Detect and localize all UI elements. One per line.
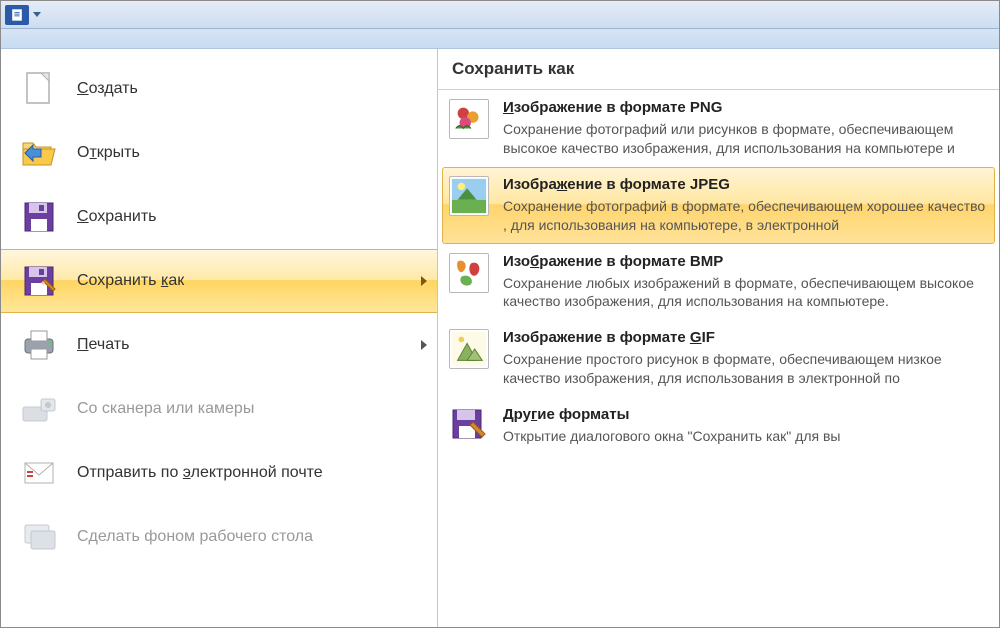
printer-icon	[19, 325, 59, 365]
chevron-down-icon	[33, 12, 41, 18]
ribbon-tab-strip	[1, 29, 999, 49]
save-as-submenu: Сохранить как Изображение в формате PNG …	[438, 49, 999, 627]
option-title: Изображение в формате BMP	[503, 253, 988, 270]
option-desc: Открытие диалогового окна "Сохранить как…	[503, 427, 988, 446]
floppy-saveas-icon	[19, 261, 59, 301]
floppy-save-icon	[19, 197, 59, 237]
menu-label: Создать	[77, 80, 138, 98]
folder-open-icon	[19, 133, 59, 173]
menu-item-save[interactable]: Сохранить	[1, 185, 437, 249]
app-menu-button[interactable]	[5, 5, 29, 25]
option-title: Изображение в формате JPEG	[503, 176, 988, 193]
jpeg-format-icon	[449, 176, 489, 216]
file-menu-left: Создать Открыть Сохранить	[1, 49, 438, 627]
menu-label: Со сканера или камеры	[77, 400, 254, 418]
png-format-icon	[449, 99, 489, 139]
option-png[interactable]: Изображение в формате PNG Сохранение фот…	[438, 90, 999, 167]
menu-item-desktop-bg: Сделать фоном рабочего стола	[1, 505, 437, 569]
menu-label: Открыть	[77, 144, 140, 162]
menu-item-scanner: Со сканера или камеры	[1, 377, 437, 441]
option-title: Другие форматы	[503, 406, 988, 423]
scanner-camera-icon	[19, 389, 59, 429]
qat-dropdown[interactable]	[31, 5, 43, 25]
menu-label: Отправить по электронной почте	[77, 464, 323, 482]
menu-label: Печать	[77, 336, 129, 354]
file-menu: Создать Открыть Сохранить	[1, 49, 999, 627]
menu-label: Сделать фоном рабочего стола	[77, 528, 313, 546]
submenu-arrow-icon	[421, 276, 427, 286]
option-jpeg[interactable]: Изображение в формате JPEG Сохранение фо…	[442, 167, 995, 244]
desktop-background-icon	[19, 517, 59, 557]
option-gif[interactable]: Изображение в формате GIF Сохранение про…	[438, 320, 999, 397]
submenu-arrow-icon	[421, 340, 427, 350]
menu-item-open[interactable]: Открыть	[1, 121, 437, 185]
document-icon	[10, 8, 24, 22]
gif-format-icon	[449, 329, 489, 369]
menu-item-new[interactable]: Создать	[1, 57, 437, 121]
menu-item-save-as[interactable]: Сохранить как	[1, 249, 437, 313]
menu-item-print[interactable]: Печать	[1, 313, 437, 377]
option-desc: Сохранение простого рисунок в формате, о…	[503, 350, 988, 388]
option-desc: Сохранение фотографий или рисунков в фор…	[503, 120, 988, 158]
other-formats-icon	[449, 406, 489, 446]
option-bmp[interactable]: Изображение в формате BMP Сохранение люб…	[438, 244, 999, 321]
menu-label: Сохранить	[77, 208, 157, 226]
option-desc: Сохранение фотографий в формате, обеспеч…	[503, 197, 988, 235]
menu-item-email[interactable]: Отправить по электронной почте	[1, 441, 437, 505]
new-document-icon	[19, 69, 59, 109]
bmp-format-icon	[449, 253, 489, 293]
envelope-icon	[19, 453, 59, 493]
submenu-header: Сохранить как	[438, 49, 999, 90]
option-other-formats[interactable]: Другие форматы Открытие диалогового окна…	[438, 397, 999, 455]
menu-label: Сохранить как	[77, 272, 184, 290]
option-title: Изображение в формате GIF	[503, 329, 988, 346]
option-title: Изображение в формате PNG	[503, 99, 988, 116]
app-window: Создать Открыть Сохранить	[0, 0, 1000, 628]
save-format-list: Изображение в формате PNG Сохранение фот…	[438, 90, 999, 627]
option-desc: Сохранение любых изображений в формате, …	[503, 274, 988, 312]
title-bar	[1, 1, 999, 29]
